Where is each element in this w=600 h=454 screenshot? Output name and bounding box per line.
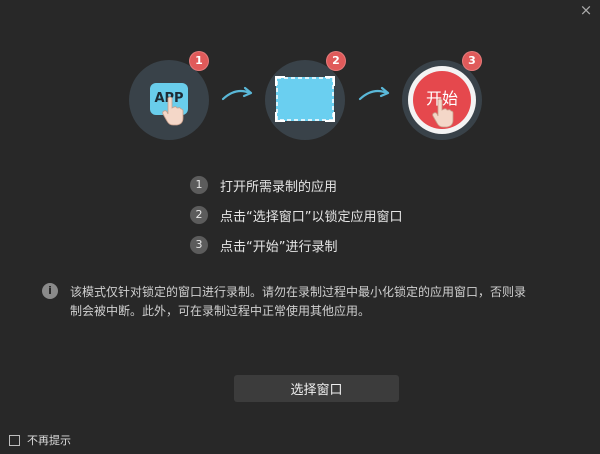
arrow-right-icon — [221, 86, 253, 101]
step3-circle: 开始 — [402, 60, 482, 140]
instruction-item: 2 点击“选择窗口”以锁定应用窗口 — [190, 200, 402, 230]
instruction-text: 点击“选择窗口”以锁定应用窗口 — [220, 209, 403, 225]
step2-circle — [265, 60, 345, 140]
arrow-right-icon — [358, 86, 390, 101]
window-select-icon — [275, 76, 335, 122]
instruction-list: 1 打开所需录制的应用 2 点击“选择窗口”以锁定应用窗口 3 点击“开始”进行… — [190, 170, 402, 260]
step3-badge: 3 — [462, 51, 482, 71]
dont-show-again[interactable]: 不再提示 — [9, 432, 71, 448]
step-number: 3 — [190, 236, 208, 254]
hand-pointer-icon — [162, 96, 184, 126]
steps-illustration: APP 1 2 开始 3 — [0, 0, 600, 160]
step2-badge: 2 — [326, 51, 346, 71]
info-line: 该模式仅针对锁定的窗口进行录制。请勿在录制过程中最小化锁定的应用窗口，否则录 — [70, 285, 527, 299]
info-icon: i — [42, 283, 58, 299]
instruction-item: 3 点击“开始”进行录制 — [190, 230, 402, 260]
step-number: 2 — [190, 206, 208, 224]
instruction-text: 打开所需录制的应用 — [220, 179, 338, 195]
instruction-item: 1 打开所需录制的应用 — [190, 170, 402, 200]
dont-show-label[interactable]: 不再提示 — [27, 432, 71, 448]
hand-pointer-icon — [432, 98, 454, 128]
step-number: 1 — [190, 176, 208, 194]
step1-circle: APP — [129, 60, 209, 140]
info-line: 制会被中断。此外，可在录制过程中正常使用其他应用。 — [70, 304, 371, 318]
instruction-text: 点击“开始”进行录制 — [220, 239, 338, 255]
select-window-button[interactable]: 选择窗口 — [234, 375, 399, 402]
info-description: 该模式仅针对锁定的窗口进行录制。请勿在录制过程中最小化锁定的应用窗口，否则录 制… — [70, 283, 590, 321]
step1-badge: 1 — [189, 51, 209, 71]
dont-show-checkbox[interactable] — [9, 434, 20, 446]
